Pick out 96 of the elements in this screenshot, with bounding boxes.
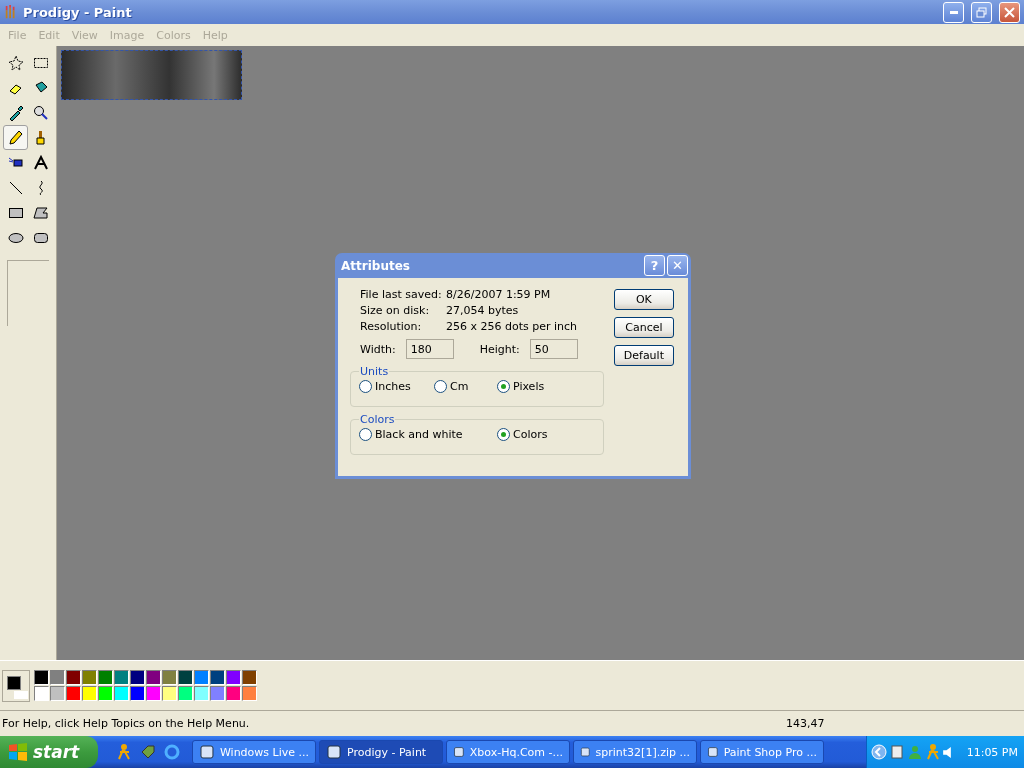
- dialog-button[interactable]: Cancel: [613, 317, 674, 338]
- radio-button[interactable]: [434, 380, 447, 393]
- tool-button[interactable]: [3, 125, 28, 150]
- running-man-icon: [925, 744, 941, 760]
- info-label: Resolution:: [360, 320, 423, 333]
- app-icon: [580, 744, 591, 760]
- app-icon: [707, 744, 719, 760]
- running-man-icon: [116, 744, 132, 760]
- taskbar-button[interactable]: Paint Shop Pro ...: [700, 740, 824, 764]
- color-swatch[interactable]: [162, 669, 177, 685]
- free-select-icon: [7, 54, 24, 71]
- radio-label[interactable]: Cm: [450, 380, 469, 393]
- paint-brushes-icon: [4, 4, 18, 20]
- color-swatch[interactable]: [114, 685, 129, 701]
- color-swatch[interactable]: [210, 669, 225, 685]
- group-title: Colors: [359, 413, 396, 426]
- color-swatch[interactable]: [210, 685, 225, 701]
- width-label: Width:: [360, 342, 396, 356]
- group-title: Units: [359, 365, 390, 378]
- pencil-icon: [7, 129, 24, 146]
- width-field[interactable]: 180: [405, 339, 454, 359]
- color-swatch[interactable]: [34, 669, 49, 685]
- polygon-icon: [32, 204, 49, 221]
- color-swatch[interactable]: [178, 669, 193, 685]
- status-text: For Help, click Help Topics on the Help Menu.: [2, 717, 251, 730]
- height-field[interactable]: 50: [529, 339, 578, 359]
- color-swatch[interactable]: [130, 669, 145, 685]
- background-color[interactable]: [14, 690, 28, 699]
- color-swatch[interactable]: [226, 669, 241, 685]
- text-tool-icon: [32, 154, 49, 171]
- magnifier-icon: [32, 104, 49, 121]
- color-swatch[interactable]: [242, 669, 257, 685]
- dialog-title: Attributes: [341, 258, 411, 273]
- eyedropper-icon: [7, 104, 24, 121]
- line-icon: [7, 179, 24, 196]
- color-swatch[interactable]: [146, 669, 161, 685]
- restore-button[interactable]: [971, 1, 992, 23]
- dialog-button[interactable]: Default: [613, 345, 674, 366]
- close-button[interactable]: [999, 1, 1020, 23]
- app-icon: [453, 744, 465, 760]
- start-button[interactable]: start: [0, 736, 98, 768]
- info-label: Size on disk:: [360, 304, 431, 317]
- tag-icon: [140, 744, 156, 760]
- radio-label[interactable]: Colors: [513, 428, 548, 441]
- radio-label[interactable]: Pixels: [513, 380, 545, 393]
- taskbar-button[interactable]: Windows Live ...: [192, 740, 316, 764]
- clock: 11:05 PM: [966, 745, 1018, 759]
- minimize-icon: [949, 10, 958, 14]
- color-swatch[interactable]: [50, 669, 65, 685]
- color-swatch[interactable]: [66, 669, 81, 685]
- color-swatch[interactable]: [50, 685, 65, 701]
- restore-icon: [976, 6, 987, 18]
- color-swatch[interactable]: [82, 669, 97, 685]
- color-swatch[interactable]: [146, 685, 161, 701]
- person-icon: [907, 744, 923, 760]
- color-swatch[interactable]: [130, 685, 145, 701]
- radio-label[interactable]: Inches: [375, 380, 411, 393]
- taskbar-button[interactable]: Xbox-Hq.Com -...: [446, 740, 570, 764]
- radio-label[interactable]: Black and white: [375, 428, 463, 441]
- info-value: 27,054 bytes: [446, 304, 520, 317]
- speaker-icon: [943, 746, 951, 758]
- cursor-position: 143,47: [786, 717, 826, 730]
- color-swatch[interactable]: [114, 669, 129, 685]
- radio-button[interactable]: [359, 428, 372, 441]
- windows-logo-icon: [8, 743, 28, 761]
- color-swatch[interactable]: [66, 685, 81, 701]
- info-label: File last saved:: [360, 288, 443, 301]
- color-swatch[interactable]: [162, 685, 177, 701]
- app-icon: [199, 744, 215, 760]
- tool-options-panel: [7, 260, 49, 326]
- color-swatch[interactable]: [242, 685, 257, 701]
- taskbar-button[interactable]: Prodigy - Paint: [319, 740, 443, 764]
- info-value: 256 x 256 dots per inch: [446, 320, 579, 333]
- height-label: Height:: [479, 342, 520, 356]
- color-swatch[interactable]: [98, 669, 113, 685]
- radio-button[interactable]: [359, 380, 372, 393]
- help-button[interactable]: ?: [644, 255, 665, 276]
- color-swatch[interactable]: [98, 685, 113, 701]
- color-swatch[interactable]: [194, 669, 209, 685]
- window-title: Prodigy - Paint: [23, 4, 133, 20]
- color-swatch[interactable]: [34, 685, 49, 701]
- color-swatch[interactable]: [226, 685, 241, 701]
- color-swatch[interactable]: [194, 685, 209, 701]
- close-icon: [1004, 6, 1015, 18]
- minimize-button[interactable]: [943, 1, 964, 23]
- info-value: 8/26/2007 1:59 PM: [446, 288, 552, 301]
- close-button[interactable]: ✕: [667, 255, 688, 276]
- foreground-color[interactable]: [7, 675, 21, 690]
- app-icon: [326, 744, 342, 760]
- dialog-button[interactable]: OK: [613, 289, 674, 310]
- color-swatch[interactable]: [82, 685, 97, 701]
- radio-button[interactable]: [497, 380, 510, 393]
- taskbar-button[interactable]: sprint32[1].zip ...: [573, 740, 697, 764]
- color-swatch[interactable]: [178, 685, 193, 701]
- chevron-icon: [871, 744, 887, 760]
- radio-button[interactable]: [497, 428, 510, 441]
